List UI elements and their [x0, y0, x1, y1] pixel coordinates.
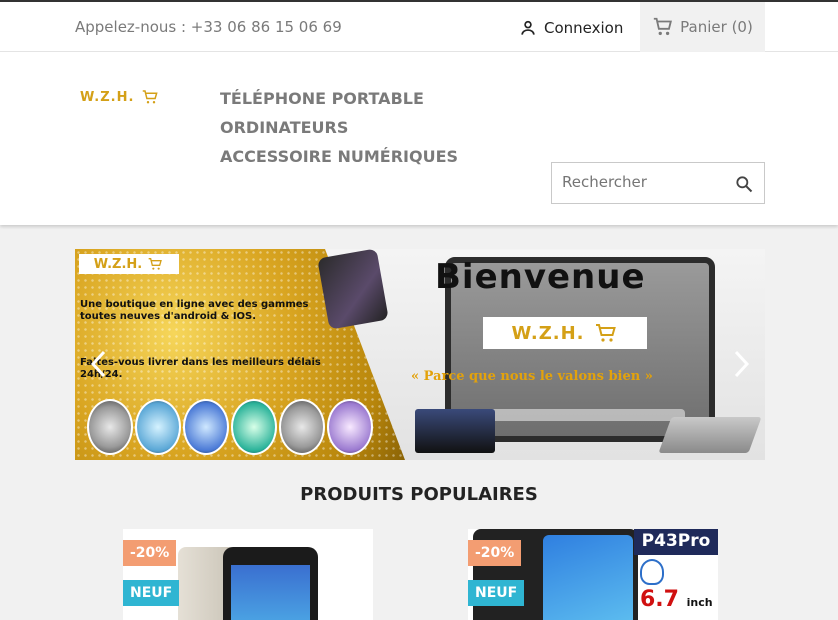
model-label: P43Pro: [634, 529, 718, 555]
banner-center-logo: W.Z.H.: [483, 317, 647, 349]
new-badge: NEUF: [123, 580, 180, 606]
logo-cart-icon: [143, 90, 159, 104]
banner-text-line1: Une boutique en ligne avec des gammes: [80, 299, 309, 310]
product-card[interactable]: -20% NEUF: [123, 529, 373, 620]
banner-text-line3: Faites-vous livrer dans les meilleurs dé…: [80, 357, 321, 368]
logo-text: W.Z.H.: [80, 89, 135, 105]
product-circle-image: [183, 399, 229, 455]
cart-label: Panier (0): [680, 18, 753, 36]
chevron-left-icon: [90, 350, 106, 378]
banner-center-cart-icon: [595, 324, 616, 342]
product-circle-image: [327, 399, 373, 455]
macbook-image: [658, 417, 762, 453]
hero-carousel[interactable]: W.Z.H. Une boutique en ligne avec des ga…: [75, 249, 765, 460]
user-icon: [521, 20, 535, 35]
new-badge: NEUF: [468, 580, 525, 606]
screen-size-unit: inch: [686, 596, 713, 609]
product-image[interactable]: [178, 547, 318, 620]
product-circle-image: [231, 399, 277, 455]
banner-text-line4: 24h/24.: [80, 369, 123, 380]
top-nav-bar: Appelez-nous : +33 06 86 15 06 69 Connex…: [0, 0, 838, 52]
banner-text-line2: toutes neuves d'android & IOS.: [80, 311, 257, 322]
product-card[interactable]: P43Pro 6.7 inch -20% NEUF: [468, 529, 718, 620]
popular-products-title: PRODUITS POPULAIRES: [300, 484, 538, 505]
search-icon[interactable]: [734, 174, 754, 194]
banner-tagline: « Parce que nous le valons bien »: [411, 369, 653, 384]
main-menu: TÉLÉPHONE PORTABLE ORDINATEURS ACCESSOIR…: [220, 84, 580, 171]
chevron-right-icon: [734, 350, 750, 378]
cart-icon: [654, 17, 673, 36]
banner-center-logo-text: W.Z.H.: [511, 322, 585, 344]
banner-corner-logo-text: W.Z.H.: [93, 256, 143, 272]
laptop-dock-image: [485, 409, 685, 421]
site-logo[interactable]: W.Z.H.: [80, 89, 160, 105]
menu-item-telephone[interactable]: TÉLÉPHONE PORTABLE: [220, 84, 424, 113]
login-label: Connexion: [544, 19, 624, 37]
carousel-prev-button[interactable]: [89, 349, 109, 379]
product-circle-image: [87, 399, 133, 455]
screen-size-label: 6.7 inch: [640, 587, 713, 612]
carousel-next-button[interactable]: [731, 349, 751, 379]
banner-corner-cart-icon: [148, 258, 163, 270]
contact-phone-text: Appelez-nous : +33 06 86 15 06 69: [75, 18, 342, 36]
search-input[interactable]: [552, 163, 722, 201]
search-box: [551, 162, 765, 204]
cart-button[interactable]: Panier (0): [640, 2, 765, 52]
menu-item-accessoires[interactable]: ACCESSOIRE NUMÉRIQUES: [220, 142, 458, 171]
screen-size-value: 6.7: [640, 587, 679, 612]
fingerprint-icon: [640, 559, 664, 585]
menu-item-ordinateurs[interactable]: ORDINATEURS: [220, 113, 348, 142]
product-circle-image: [135, 399, 181, 455]
main-header: W.Z.H. TÉLÉPHONE PORTABLE ORDINATEURS AC…: [0, 52, 838, 225]
discount-badge: -20%: [123, 540, 177, 566]
banner-title: Bienvenue: [435, 257, 646, 297]
phone-black-image: [223, 547, 318, 620]
product-circle-image: [279, 399, 325, 455]
banner-corner-logo: W.Z.H.: [79, 254, 179, 274]
small-laptop-image: [415, 409, 495, 453]
product-circles: [87, 399, 373, 455]
login-link[interactable]: Connexion: [518, 18, 623, 38]
discount-badge: -20%: [468, 540, 522, 566]
